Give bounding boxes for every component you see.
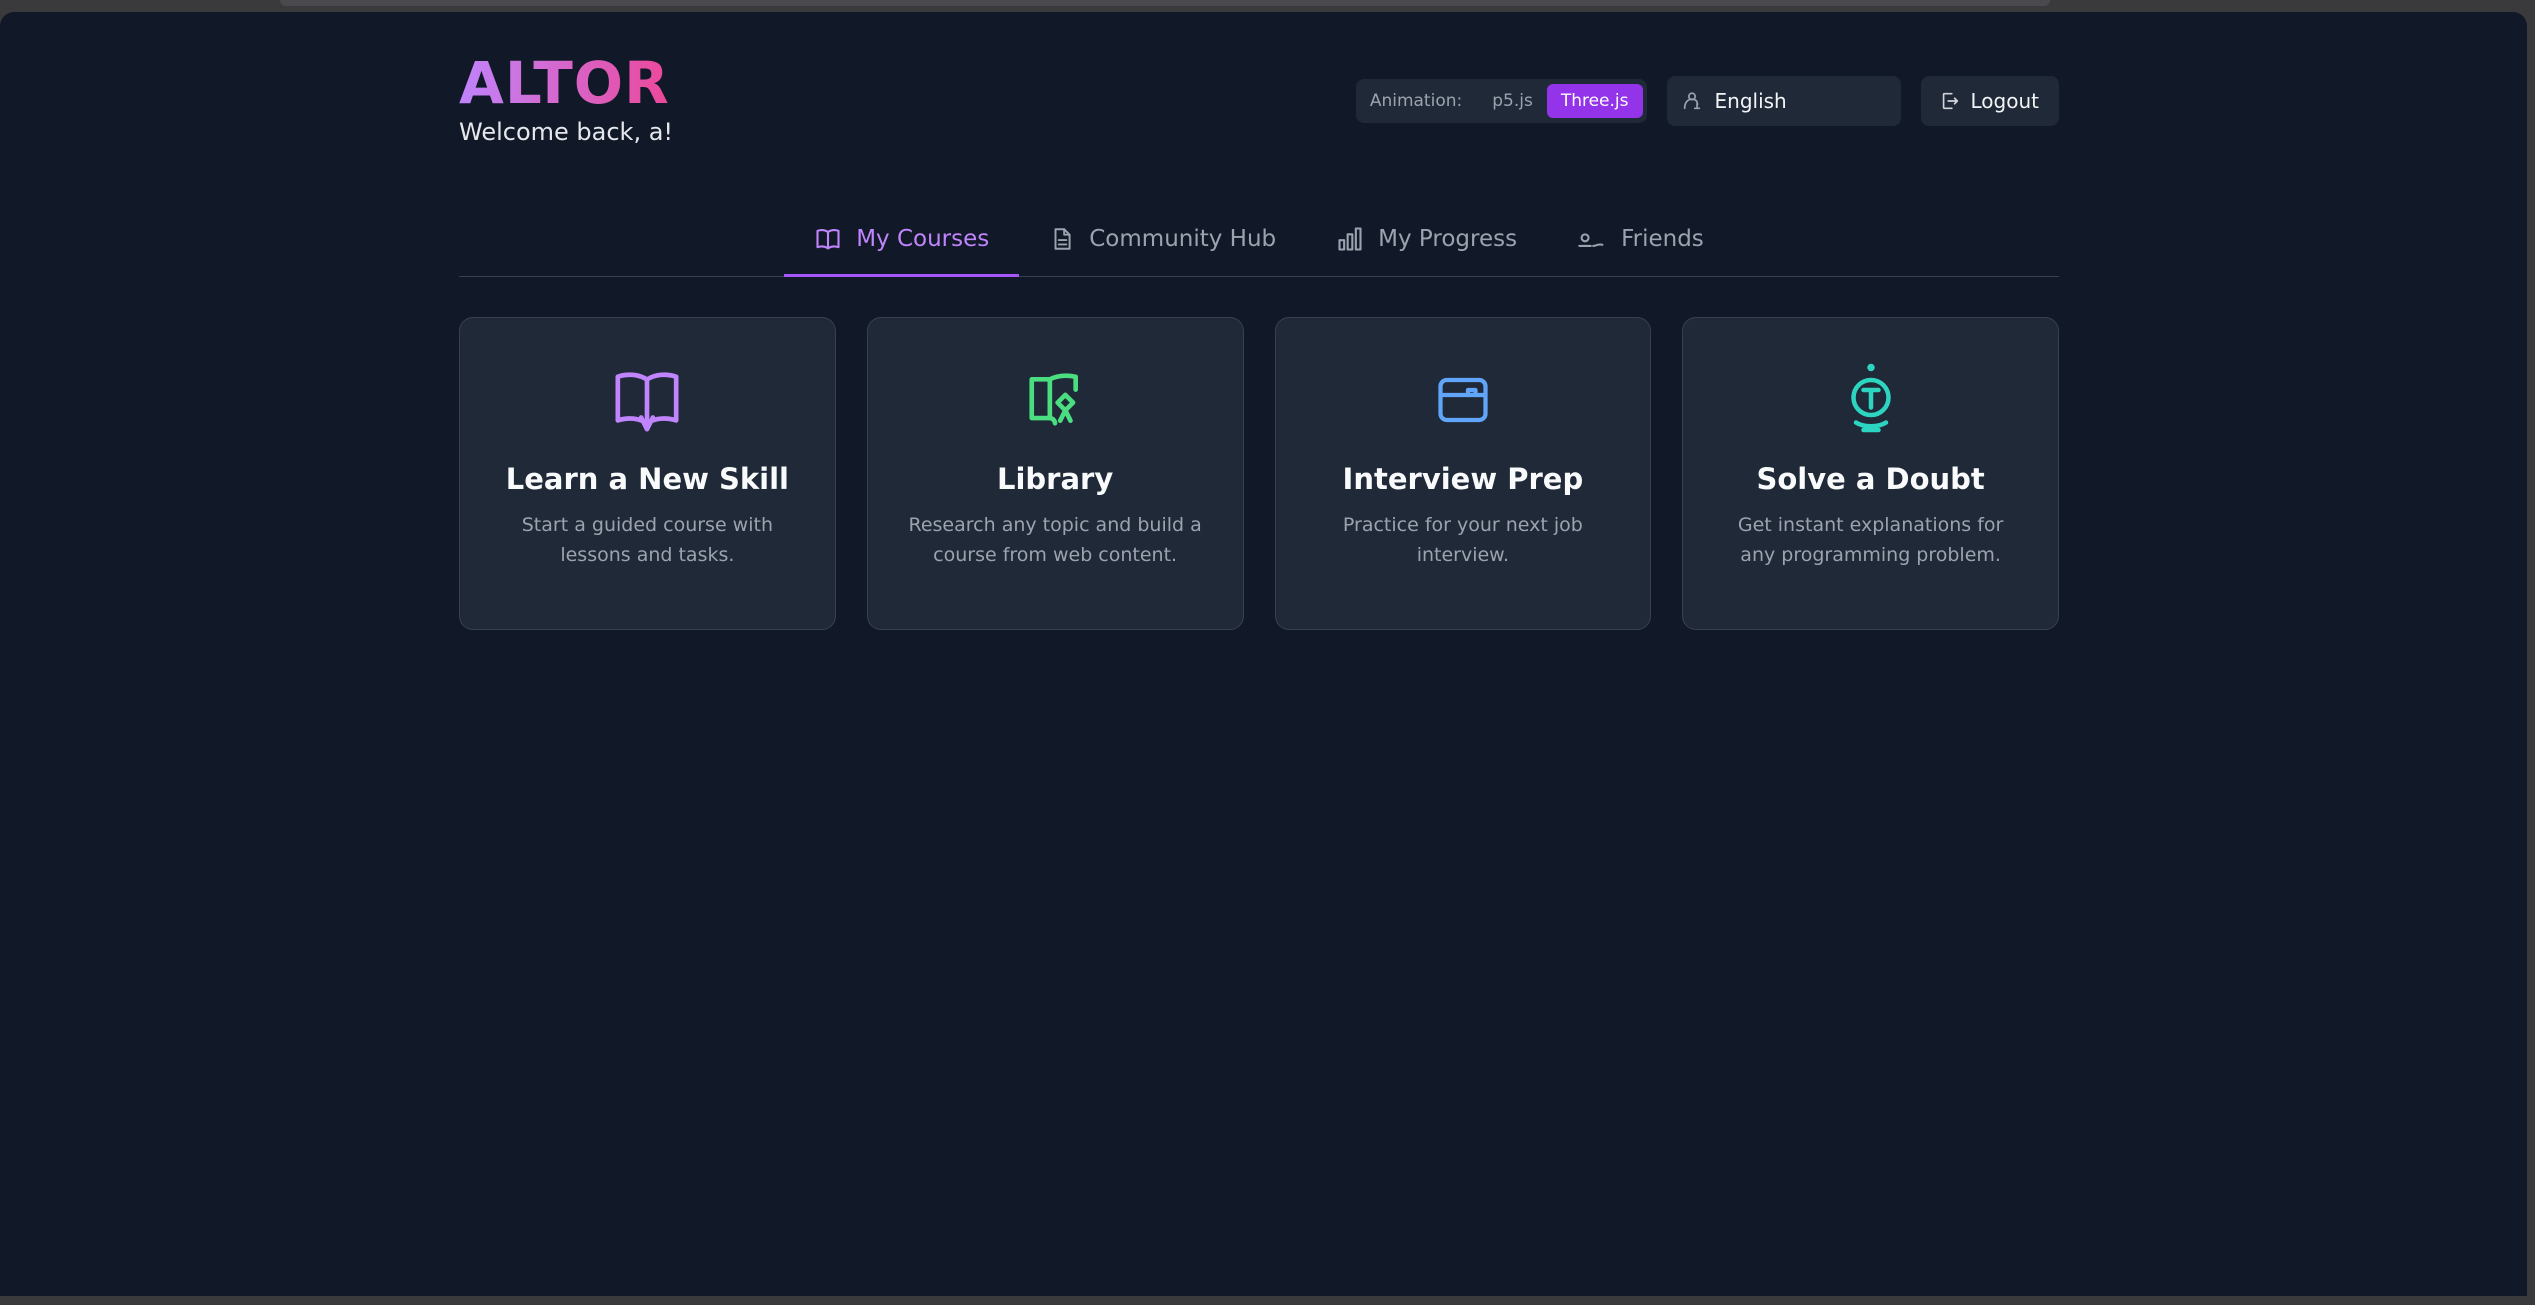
header: ALTOR Welcome back, a! Animation: p5.js … [459,12,2059,202]
tab-label: Community Hub [1089,226,1277,252]
bar-chart-icon [1336,225,1364,253]
book-icon [612,364,682,436]
browser-top-strip [280,0,2050,6]
card-solve-doubt[interactable]: Solve a Doubt Get instant explanations f… [1682,317,2059,630]
briefcase-icon [1431,364,1495,436]
tab-label: Friends [1621,226,1704,252]
logout-label: Logout [1970,89,2039,113]
library-book-icon [1024,364,1086,436]
tab-friends[interactable]: Friends [1547,202,1734,276]
card-title: Learn a New Skill [505,462,789,496]
welcome-message: Welcome back, a! [459,118,674,146]
card-title: Library [996,462,1114,496]
book-open-icon [814,225,842,253]
animation-toggle: Animation: p5.js Three.js [1355,79,1647,123]
card-title: Solve a Doubt [1756,462,1985,496]
logout-icon [1939,90,1961,112]
action-cards: Learn a New Skill Start a guided course … [459,317,2059,630]
tab-label: My Courses [856,226,990,252]
card-interview-prep[interactable]: Interview Prep Practice for your next jo… [1274,317,1652,630]
logout-button[interactable]: Logout [1920,76,2059,126]
language-icon [1681,90,1703,112]
animation-option-threejs[interactable]: Three.js [1546,84,1643,118]
animation-option-p5js[interactable]: p5.js [1478,84,1547,118]
card-learn-new-skill[interactable]: Learn a New Skill Start a guided course … [459,317,836,630]
card-description: Practice for your next job interview. [1342,514,1583,566]
friends-icon [1577,225,1607,253]
tab-my-progress[interactable]: My Progress [1306,202,1547,276]
document-icon [1049,225,1075,253]
card-description: Start a guided course with lessons and t… [521,514,773,566]
header-controls: Animation: p5.js Three.js English Logout [1355,76,2059,126]
main-tabs: My Courses Community Hub My Progress Fri… [459,202,2059,277]
app-window: ALTOR Welcome back, a! Animation: p5.js … [0,12,2527,1296]
card-title: Interview Prep [1342,462,1584,496]
card-description: Research any topic and build a course fr… [908,514,1202,566]
lightbulb-icon [1841,363,1901,436]
tab-community-hub[interactable]: Community Hub [1019,202,1306,276]
app-logo: ALTOR [459,49,670,117]
main-container: ALTOR Welcome back, a! Animation: p5.js … [459,12,2059,630]
card-description: Get instant explanations for any program… [1737,514,2004,566]
language-select[interactable]: English [1666,76,1901,126]
tab-label: My Progress [1378,226,1518,252]
language-value: English [1714,89,1787,113]
tab-my-courses[interactable]: My Courses [784,202,1020,277]
animation-label: Animation: [1369,91,1463,111]
card-library[interactable]: Library Research any topic and build a c… [866,317,1244,630]
